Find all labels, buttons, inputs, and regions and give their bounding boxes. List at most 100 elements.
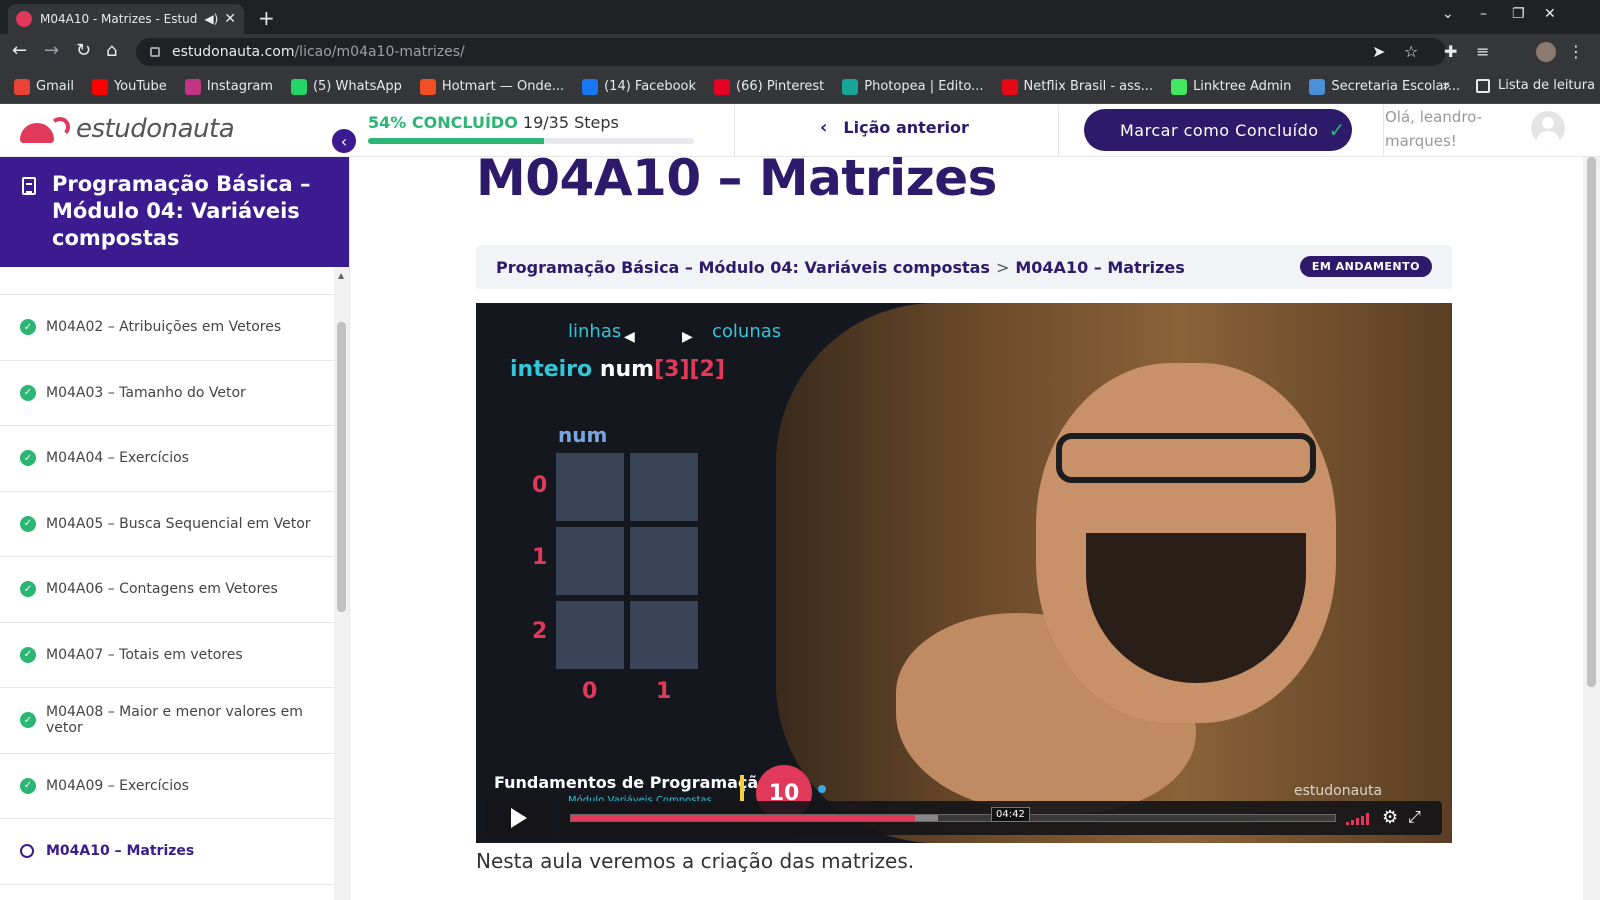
sidebar-scrollbar[interactable]: ▲ [334, 267, 349, 900]
video-watermark: estudonauta [1294, 783, 1383, 799]
matrix-cell [556, 453, 624, 521]
course-title[interactable]: Programação Básica – Módulo 04: Variávei… [52, 171, 312, 252]
lesson-item[interactable]: ✓ M04A04 – Exercícios [0, 426, 334, 492]
bookmark-item[interactable]: (66) Pinterest [714, 78, 824, 95]
user-avatar[interactable] [1531, 111, 1565, 145]
new-tab-button[interactable]: + [258, 6, 275, 30]
collapse-sidebar-button[interactable]: ‹ [330, 127, 358, 155]
code-index: [3][2] [654, 357, 725, 382]
previous-lesson-link[interactable]: ‹ Lição anterior [820, 117, 969, 138]
divider [1058, 105, 1059, 157]
bookmark-star-icon[interactable]: ☆ [1404, 42, 1418, 61]
volume-icon[interactable] [1346, 813, 1369, 825]
forward-icon[interactable]: → [44, 41, 59, 61]
lock-icon[interactable] [150, 47, 160, 57]
bookmark-label: (5) WhatsApp [312, 79, 402, 94]
course-sidebar: Programação Básica – Módulo 04: Variávei… [0, 157, 350, 900]
back-icon[interactable]: ← [12, 41, 27, 61]
close-window-icon[interactable]: ✕ [1544, 6, 1556, 22]
seek-bar[interactable]: 04:42 [570, 807, 1336, 822]
lesson-item[interactable]: ✓ M04A03 – Tamanho do Vetor [0, 361, 334, 426]
reading-list-icon [1476, 78, 1490, 93]
settings-gear-icon[interactable]: ⚙ [1382, 807, 1398, 828]
tab-title: M04A10 - Matrizes - Estud [40, 12, 198, 26]
play-button[interactable] [486, 801, 552, 835]
list-item[interactable] [0, 267, 334, 295]
url-path: /licao/m04a10-matrizes/ [294, 44, 465, 60]
completed-check-icon: ✓ [20, 712, 36, 729]
pinterest-icon [714, 78, 731, 95]
secretaria-icon [1309, 78, 1326, 95]
logo-text: estudonauta [76, 114, 235, 144]
bookmark-item[interactable]: Secretaria Escolar... [1309, 78, 1460, 95]
bookmarks-bar: Gmail YouTube Instagram (5) WhatsApp Hotmart… [0, 70, 1600, 104]
bookmark-item[interactable]: Hotmart — Onde... [419, 78, 564, 95]
video-label-rows: linhas [568, 321, 622, 342]
bookmark-item[interactable]: Linktree Admin [1171, 78, 1291, 95]
site-logo[interactable]: estudonauta [20, 113, 235, 145]
address-bar[interactable]: estudonauta.com/licao/m04a10-matrizes/ [136, 38, 1446, 66]
mark-complete-label: Marcar como Concluído [1120, 120, 1319, 140]
fullscreen-icon[interactable]: ⤢ [1408, 807, 1421, 827]
chevron-left-icon: ‹ [820, 117, 828, 138]
tab-search-icon[interactable]: ⌄ [1442, 6, 1454, 22]
extensions-icon[interactable]: ✚ [1444, 42, 1457, 61]
logo-mark-icon [20, 113, 72, 145]
scrollbar-thumb[interactable] [337, 322, 346, 612]
lesson-label: M04A06 – Contagens em Vetores [46, 581, 278, 598]
bookmark-item[interactable]: (14) Facebook [582, 78, 697, 95]
presenter-glasses [1056, 433, 1316, 483]
bookmark-item[interactable]: YouTube [91, 78, 167, 95]
home-icon[interactable]: ⌂ [106, 41, 117, 61]
scrollbar-thumb[interactable] [1587, 157, 1596, 687]
media-control-icon[interactable]: ≡ [1476, 42, 1489, 61]
breadcrumb-course-link[interactable]: Programação Básica – Módulo 04: Variávei… [496, 258, 990, 277]
page-scrollbar[interactable] [1583, 157, 1600, 900]
restore-window-icon[interactable]: ❐ [1512, 6, 1525, 22]
completed-check-icon: ✓ [20, 319, 36, 336]
lesson-item[interactable]: ✓ M04A06 – Contagens em Vetores [0, 557, 334, 623]
bookmark-item[interactable]: (5) WhatsApp [290, 78, 402, 95]
site-favicon-icon [16, 11, 32, 27]
close-tab-icon[interactable]: ✕ [224, 11, 236, 27]
video-series-title: Fundamentos de Programação [494, 773, 770, 792]
completed-check-icon: ✓ [20, 515, 36, 532]
user-greeting: Olá, leandro-marques! [1385, 108, 1483, 150]
bookmark-label: (14) Facebook [604, 79, 697, 94]
lesson-item[interactable]: ✓ M04A02 – Atribuições em Vetores [0, 295, 334, 361]
minimize-window-icon[interactable]: – [1480, 6, 1487, 22]
mark-complete-button[interactable]: Marcar como Concluído ✓ [1084, 109, 1352, 151]
audio-playing-icon[interactable]: ◀) [204, 12, 218, 26]
url-host: estudonauta.com [172, 44, 295, 60]
accent-bar [740, 775, 744, 801]
more-bookmarks-button[interactable]: » [1442, 78, 1451, 94]
breadcrumb-lesson-link[interactable]: M04A10 – Matrizes [1015, 258, 1184, 277]
browser-menu-icon[interactable]: ⋮ [1568, 42, 1584, 61]
bookmark-item[interactable]: Photopea | Edito... [842, 78, 984, 95]
progress-text: 54% CONCLUÍDO 19/35 Steps [368, 113, 698, 132]
bookmark-label: Instagram [206, 79, 273, 94]
course-progress: 54% CONCLUÍDO 19/35 Steps [368, 113, 698, 144]
check-icon: ✓ [1328, 118, 1346, 142]
progress-steps: 19/35 Steps [522, 113, 619, 132]
code-variable: num [599, 357, 655, 382]
lesson-item[interactable]: ✓ M04A05 – Busca Sequencial em Vetor [0, 492, 334, 557]
page-title: M04A10 – Matrizes [476, 149, 997, 207]
reading-list-button[interactable]: Lista de leitura [1476, 78, 1595, 93]
lesson-item[interactable]: M04A10 – Matrizes [0, 819, 334, 885]
lesson-item[interactable]: ✓ M04A07 – Totais em vetores [0, 623, 334, 688]
video-player[interactable]: linhas ◀ ▶ colunas inteiro num[3][2] num… [476, 303, 1452, 843]
scroll-up-icon[interactable]: ▲ [338, 271, 344, 280]
browser-tab[interactable]: M04A10 - Matrizes - Estud ◀) ✕ [8, 4, 244, 34]
browser-tabstrip: M04A10 - Matrizes - Estud ◀) ✕ + ⌄ – ❐ ✕ [0, 0, 1600, 34]
bookmark-item[interactable]: Netflix Brasil - ass... [1001, 78, 1153, 95]
bookmark-item[interactable]: Instagram [184, 78, 273, 95]
reload-icon[interactable]: ↻ [76, 41, 91, 61]
video-code: inteiro num[3][2] [510, 357, 725, 382]
lesson-item[interactable]: ✓ M04A09 – Exercícios [0, 754, 334, 819]
lesson-item[interactable]: ✓ M04A08 – Maior e menor valores em vetor [0, 688, 334, 754]
profile-avatar[interactable] [1536, 42, 1556, 62]
accent-dot [818, 785, 826, 793]
send-tab-icon[interactable]: ➤ [1372, 42, 1385, 61]
bookmark-item[interactable]: Gmail [14, 78, 74, 95]
